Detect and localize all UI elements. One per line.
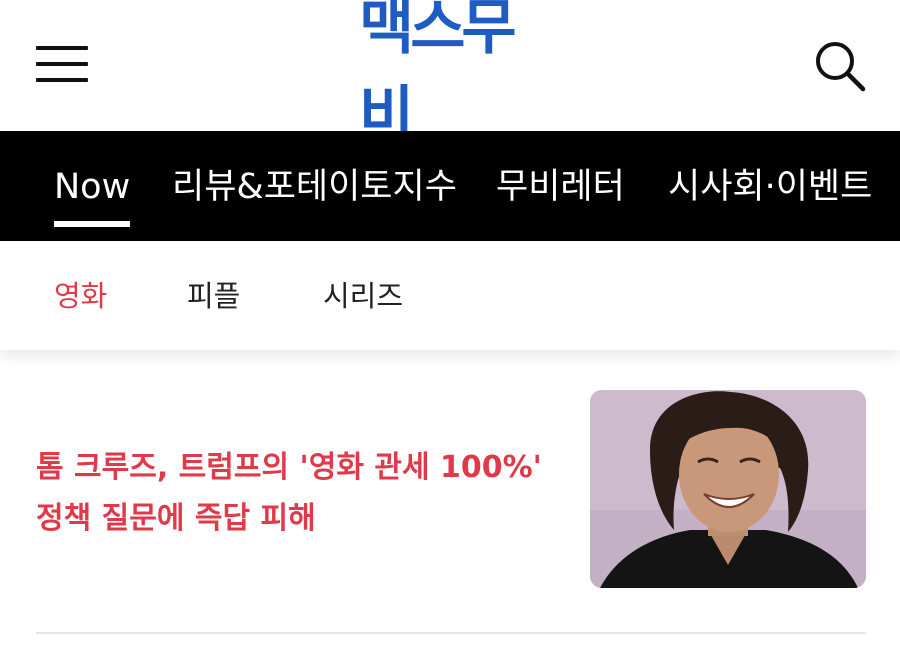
tab-series[interactable]: 시리즈 bbox=[323, 241, 403, 350]
site-logo[interactable]: 맥스무비 bbox=[359, 0, 545, 150]
main-nav-item-now[interactable]: Now bbox=[54, 131, 131, 241]
article-headline[interactable]: 톰 크루즈, 트럼프의 '영화 관세 100%' 정책 질문에 즉답 피해 bbox=[36, 442, 556, 544]
main-nav-item-reviews[interactable]: 리뷰&포테이토지수 bbox=[172, 131, 457, 241]
main-nav-item-movie-letter[interactable]: 무비레터 bbox=[496, 131, 625, 241]
thumbnail-portrait-image bbox=[590, 390, 866, 588]
hamburger-menu-icon[interactable] bbox=[36, 46, 88, 84]
category-tabs: 영화 피플 시리즈 bbox=[0, 241, 900, 350]
menu-line bbox=[36, 78, 88, 82]
search-icon[interactable] bbox=[812, 38, 868, 94]
tab-movie[interactable]: 영화 bbox=[54, 241, 107, 350]
article-card[interactable]: 톰 크루즈, 트럼프의 '영화 관세 100%' 정책 질문에 즉답 피해 bbox=[36, 390, 866, 590]
menu-line bbox=[36, 62, 88, 66]
article-thumbnail[interactable] bbox=[590, 390, 866, 588]
main-nav-item-events[interactable]: 시사회·이벤트 bbox=[668, 131, 872, 241]
tab-people[interactable]: 피플 bbox=[187, 241, 240, 350]
main-nav: Now 리뷰&포테이토지수 무비레터 시사회·이벤트 bbox=[0, 131, 900, 241]
site-header: 맥스무비 bbox=[0, 0, 900, 150]
section-divider bbox=[36, 632, 866, 634]
menu-line bbox=[36, 46, 88, 50]
